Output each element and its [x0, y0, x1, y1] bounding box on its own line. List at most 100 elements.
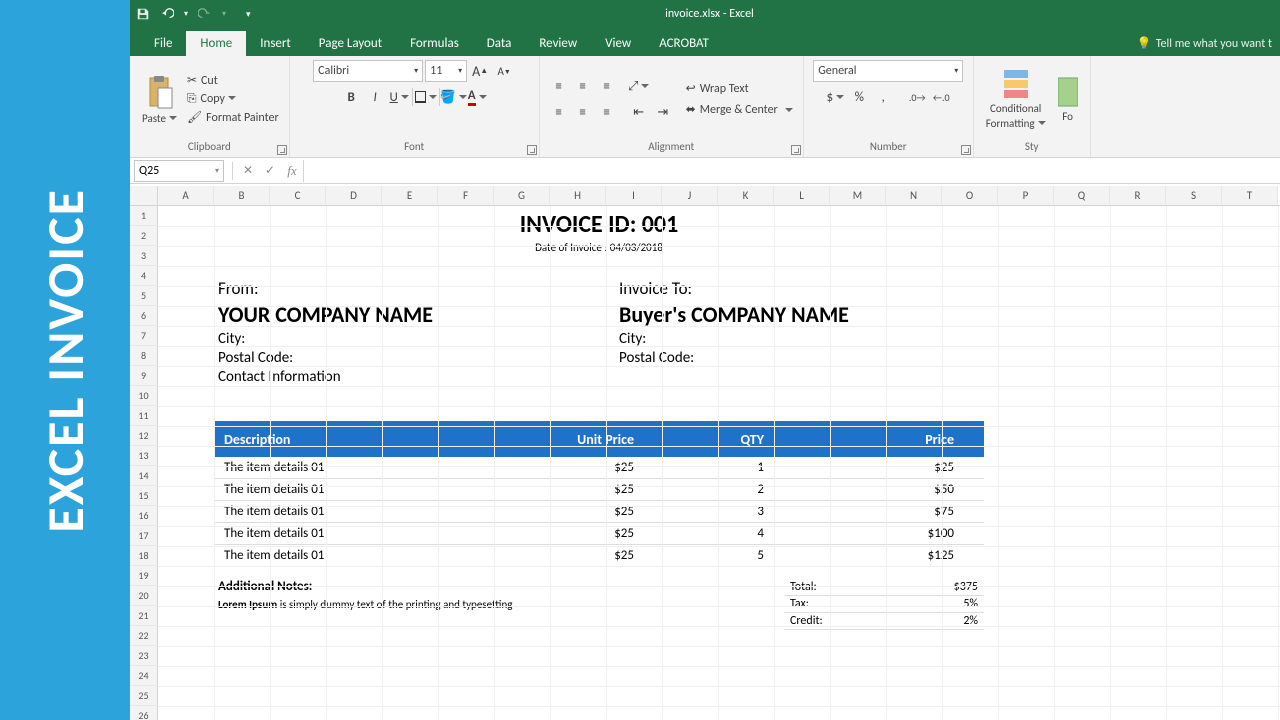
align-bottom-button[interactable]: ≡	[596, 75, 618, 97]
accounting-format-button[interactable]: $	[824, 86, 846, 108]
tab-file[interactable]: File	[140, 31, 186, 56]
col-header[interactable]: E	[382, 186, 438, 205]
row-header[interactable]: 9	[130, 366, 158, 386]
col-header[interactable]: S	[1166, 186, 1222, 205]
copy-button[interactable]: ⎘Copy	[185, 91, 281, 107]
insert-function-button[interactable]: fx	[281, 163, 303, 179]
orientation-button[interactable]: ⤢	[628, 75, 650, 97]
font-color-button[interactable]: A	[466, 86, 488, 108]
fill-color-button[interactable]: 🪣	[442, 86, 464, 108]
save-icon[interactable]	[136, 7, 150, 21]
tab-acrobat[interactable]: ACROBAT	[645, 31, 723, 56]
redo-icon[interactable]	[198, 7, 212, 21]
row-header[interactable]: 19	[130, 566, 158, 586]
row-header[interactable]: 21	[130, 606, 158, 626]
undo-icon[interactable]	[160, 7, 174, 21]
col-header[interactable]: F	[438, 186, 494, 205]
col-header[interactable]: D	[326, 186, 382, 205]
col-header[interactable]: K	[718, 186, 774, 205]
worksheet[interactable]: ABCDEFGHIJKLMNOPQRST 1234567891011121314…	[130, 186, 1280, 720]
decrease-font-button[interactable]: A▼	[493, 60, 515, 82]
increase-decimal-button[interactable]: .0→	[906, 86, 928, 108]
row-header[interactable]: 8	[130, 346, 158, 366]
enter-formula-button[interactable]: ✓	[259, 163, 281, 178]
tab-review[interactable]: Review	[525, 31, 591, 56]
row-header[interactable]: 22	[130, 626, 158, 646]
align-left-button[interactable]: ≡	[548, 101, 570, 123]
col-header[interactable]: J	[662, 186, 718, 205]
row-header[interactable]: 18	[130, 546, 158, 566]
col-header[interactable]: G	[494, 186, 550, 205]
increase-indent-button[interactable]: ⇥	[652, 101, 674, 123]
row-header[interactable]: 20	[130, 586, 158, 606]
col-header[interactable]: M	[830, 186, 886, 205]
row-header[interactable]: 3	[130, 246, 158, 266]
cancel-formula-button[interactable]: ✕	[237, 163, 259, 178]
row-header[interactable]: 24	[130, 666, 158, 686]
paste-button[interactable]: Paste	[138, 72, 181, 127]
row-header[interactable]: 7	[130, 326, 158, 346]
tab-insert[interactable]: Insert	[246, 31, 305, 56]
tab-home[interactable]: Home	[186, 31, 246, 56]
increase-font-button[interactable]: A▲	[469, 60, 491, 82]
formula-input[interactable]	[303, 160, 1280, 182]
col-header[interactable]: T	[1222, 186, 1278, 205]
bold-button[interactable]: B	[340, 86, 362, 108]
row-header[interactable]: 17	[130, 526, 158, 546]
row-header[interactable]: 16	[130, 506, 158, 526]
alignment-launcher[interactable]	[791, 145, 801, 155]
name-box[interactable]: Q25▾	[134, 160, 224, 182]
row-header[interactable]: 4	[130, 266, 158, 286]
align-center-button[interactable]: ≡	[572, 101, 594, 123]
col-header[interactable]: R	[1110, 186, 1166, 205]
row-header[interactable]: 13	[130, 446, 158, 466]
row-header[interactable]: 10	[130, 386, 158, 406]
wrap-text-button[interactable]: ↩Wrap Text	[684, 80, 795, 97]
borders-button[interactable]	[415, 86, 437, 108]
tell-me[interactable]: 💡 Tell me what you want t	[1129, 31, 1280, 56]
row-header[interactable]: 26	[130, 706, 158, 720]
qat-customize-icon[interactable]: ▾	[246, 9, 251, 20]
col-header[interactable]: O	[942, 186, 998, 205]
number-launcher[interactable]	[961, 145, 971, 155]
row-header[interactable]: 15	[130, 486, 158, 506]
italic-button[interactable]: I	[364, 86, 386, 108]
number-format-select[interactable]: General▾	[813, 60, 963, 82]
font-name-select[interactable]: Calibri▾	[313, 60, 423, 82]
row-header[interactable]: 6	[130, 306, 158, 326]
col-header[interactable]: A	[158, 186, 214, 205]
col-header[interactable]: I	[606, 186, 662, 205]
col-header[interactable]: N	[886, 186, 942, 205]
col-header[interactable]: L	[774, 186, 830, 205]
col-header[interactable]: H	[550, 186, 606, 205]
row-header[interactable]: 23	[130, 646, 158, 666]
conditional-formatting-button[interactable]: Conditional Formatting	[982, 66, 1050, 132]
align-top-button[interactable]: ≡	[548, 75, 570, 97]
select-all-corner[interactable]	[130, 186, 158, 205]
font-launcher[interactable]	[527, 145, 537, 155]
merge-center-button[interactable]: ⬌Merge & Center	[684, 101, 795, 118]
percent-format-button[interactable]: %	[848, 86, 870, 108]
cells-grid[interactable]: INVOICE ID: 001 Date of Invoice : 04/03/…	[158, 206, 1280, 720]
undo-dropdown-icon[interactable]: ▾	[184, 9, 188, 19]
row-header[interactable]: 25	[130, 686, 158, 706]
align-middle-button[interactable]: ≡	[572, 75, 594, 97]
tab-view[interactable]: View	[591, 31, 645, 56]
tab-formulas[interactable]: Formulas	[396, 31, 473, 56]
clipboard-launcher[interactable]	[277, 145, 287, 155]
row-header[interactable]: 14	[130, 466, 158, 486]
comma-format-button[interactable]: ,	[872, 86, 894, 108]
row-header[interactable]: 12	[130, 426, 158, 446]
font-size-select[interactable]: 11▾	[425, 60, 467, 82]
align-right-button[interactable]: ≡	[596, 101, 618, 123]
col-header[interactable]: C	[270, 186, 326, 205]
row-header[interactable]: 2	[130, 226, 158, 246]
format-painter-button[interactable]: 🖌Format Painter	[185, 109, 281, 126]
decrease-indent-button[interactable]: ⇤	[628, 101, 650, 123]
decrease-decimal-button[interactable]: ←.0	[930, 86, 952, 108]
col-header[interactable]: B	[214, 186, 270, 205]
tab-data[interactable]: Data	[473, 31, 526, 56]
cut-button[interactable]: ✂Cut	[185, 72, 281, 89]
format-table-button[interactable]: Fo	[1054, 74, 1082, 125]
row-header[interactable]: 11	[130, 406, 158, 426]
